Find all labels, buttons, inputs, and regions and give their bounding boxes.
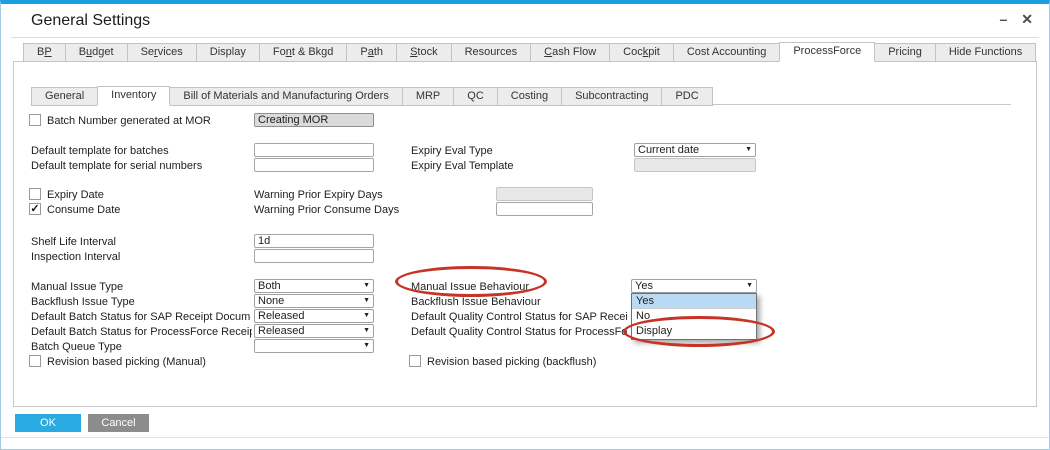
inspection-interval-label: Inspection Interval [31,251,121,263]
chevron-down-icon: ▼ [363,312,370,319]
revision-picking-manual-checkbox[interactable] [29,355,41,367]
dropdown-option-yes[interactable]: Yes [632,294,756,309]
primary-tab-bar: BP Budget Services Display Font & Bkgd Path St… [23,42,1037,62]
manual-issue-type-label: Manual Issue Type [31,281,124,293]
batch-number-mor-checkbox[interactable] [29,114,41,126]
tab-stock[interactable]: Stock [396,43,452,62]
minimize-icon[interactable]: – [999,10,1007,28]
default-template-batches-label: Default template for batches [31,145,169,157]
tab-budget[interactable]: Budget [64,43,128,62]
general-settings-window: General Settings – ✕ BP Budget Services Dis… [0,0,1050,450]
dropdown-option-display[interactable]: Display [632,324,756,339]
inspection-interval-input[interactable] [254,249,374,263]
tab-costing[interactable]: Costing [496,87,563,106]
revision-picking-backflush-checkbox[interactable] [409,355,421,367]
secondary-tab-bar: General Inventory Bill of Materials and Ma… [31,86,713,106]
default-template-batches-input[interactable] [254,143,374,157]
warning-prior-expiry-label: Warning Prior Expiry Days [254,189,383,201]
manual-issue-behaviour-dropdown[interactable]: Yes ▼ [631,279,757,293]
manual-issue-behaviour-option-list: Yes No Display [631,293,757,340]
consume-date-checkbox[interactable]: ✓ [29,203,41,215]
default-batch-status-pf-label: Default Batch Status for ProcessForce Re… [31,326,252,338]
batch-queue-type-label: Batch Queue Type [31,341,122,353]
tab-resources[interactable]: Resources [450,43,532,62]
warning-prior-consume-label: Warning Prior Consume Days [254,204,400,216]
tab-hide-functions[interactable]: Hide Functions [934,43,1037,62]
shelf-life-interval-input[interactable] [254,234,374,248]
default-batch-status-pf-value: Released [258,325,305,337]
cancel-button[interactable]: Cancel [88,414,149,432]
tab-cash-flow[interactable]: Cash Flow [530,43,611,62]
default-template-serial-input[interactable] [254,158,374,172]
window-title: General Settings [31,12,151,29]
expiry-date-checkbox[interactable] [29,188,41,200]
default-batch-status-pf-dropdown[interactable]: Released ▼ [254,324,374,338]
tab-subcontracting[interactable]: Subcontracting [561,87,663,106]
chevron-down-icon: ▼ [363,297,370,304]
tab-inventory[interactable]: Inventory [97,86,171,106]
batch-number-mor-label: Batch Number generated at MOR [47,115,211,127]
warning-prior-expiry-field [496,187,593,201]
revision-picking-manual-label: Revision based picking (Manual) [47,356,206,368]
tab-mrp[interactable]: MRP [401,87,455,106]
shelf-life-interval-label: Shelf Life Interval [31,236,116,248]
backflush-issue-behaviour-label: Backflush Issue Behaviour [411,296,541,308]
tab-path[interactable]: Path [346,43,398,62]
tab-cost-accounting[interactable]: Cost Accounting [672,43,781,62]
chevron-down-icon: ▼ [363,282,370,289]
default-qc-status-pf-label: Default Quality Control Status for Proce… [411,326,627,338]
default-template-serial-label: Default template for serial numbers [31,160,203,172]
default-batch-status-sap-label: Default Batch Status for SAP Receipt Doc… [31,311,251,323]
window-controls: – ✕ [999,10,1033,28]
manual-issue-behaviour-value: Yes [635,280,653,292]
tab-bp[interactable]: BP [23,43,66,62]
tab-general[interactable]: General [31,87,99,106]
expiry-eval-type-value: Current date [638,144,700,156]
expiry-eval-type-label: Expiry Eval Type [411,145,493,157]
expiry-eval-template-field [634,158,756,172]
chevron-down-icon: ▼ [745,146,752,153]
default-qc-status-sap-label: Default Quality Control Status for SAP R… [411,311,627,323]
manual-issue-behaviour-label: Manual Issue Behaviour [411,281,530,293]
consume-date-label: Consume Date [47,204,121,216]
tab-display[interactable]: Display [195,43,260,62]
tab-pricing[interactable]: Pricing [874,43,936,62]
batch-queue-type-dropdown[interactable]: ▼ [254,339,374,353]
tab-font-bkgd[interactable]: Font & Bkgd [258,43,348,62]
chevron-down-icon: ▼ [363,327,370,334]
chevron-down-icon: ▼ [746,282,753,289]
tab-qc[interactable]: QC [453,87,498,106]
tab-services[interactable]: Services [126,43,197,62]
revision-picking-backflush-label: Revision based picking (backflush) [427,356,597,368]
dropdown-option-no[interactable]: No [632,309,756,324]
title-separator [11,37,1039,38]
batch-number-mor-source-field [254,113,374,127]
expiry-date-label: Expiry Date [47,189,104,201]
tab-bill-of-materials-and-manufacturing-orders[interactable]: Bill of Materials and Manufacturing Orde… [169,87,403,106]
manual-issue-type-dropdown[interactable]: Both ▼ [254,279,374,293]
default-batch-status-sap-value: Released [258,310,305,322]
expiry-eval-type-dropdown[interactable]: Current date ▼ [634,143,756,157]
backflush-issue-type-value: None [258,295,285,307]
chevron-down-icon: ▼ [363,342,370,349]
close-icon[interactable]: ✕ [1021,10,1033,28]
default-batch-status-sap-dropdown[interactable]: Released ▼ [254,309,374,323]
footer-separator [1,437,1049,438]
tab-cockpit[interactable]: Cockpit [609,43,674,62]
expiry-eval-template-label: Expiry Eval Template [411,160,514,172]
tab-processforce[interactable]: ProcessForce [779,42,876,62]
backflush-issue-type-label: Backflush Issue Type [31,296,135,308]
tab-pdc[interactable]: PDC [661,87,713,106]
warning-prior-consume-input[interactable] [496,202,593,216]
ok-button[interactable]: OK [15,414,81,432]
backflush-issue-type-dropdown[interactable]: None ▼ [254,294,374,308]
manual-issue-type-value: Both [258,280,281,292]
